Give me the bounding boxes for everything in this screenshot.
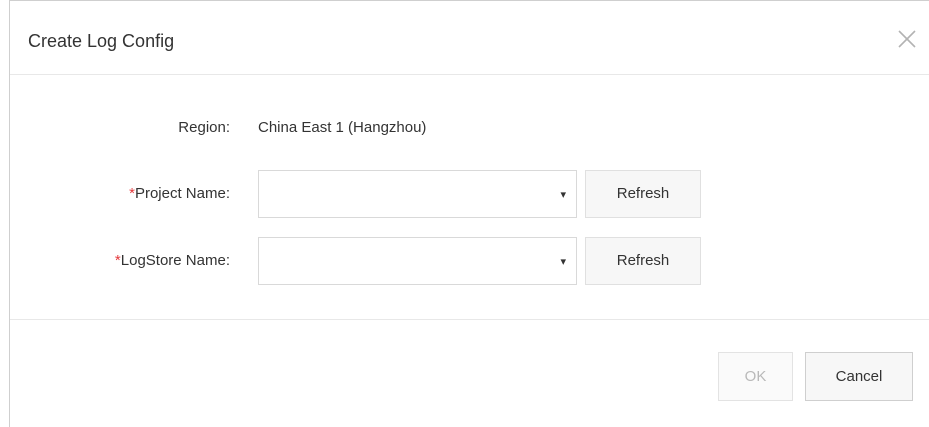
logstore-name-select[interactable]: ▾	[258, 237, 577, 285]
project-name-label-text: Project Name:	[134, 185, 230, 202]
project-name-label: *Project Name:	[129, 185, 230, 202]
ok-button[interactable]: OK	[718, 352, 793, 401]
project-name-row: *Project Name: ▾ Refresh	[10, 170, 929, 218]
project-name-select[interactable]: ▾	[258, 170, 577, 218]
dialog-header: Create Log Config	[10, 1, 929, 75]
dialog-title: Create Log Config	[28, 31, 175, 51]
chevron-down-icon: ▾	[560, 256, 566, 268]
create-log-config-dialog: Create Log Config Region: China East 1 (…	[9, 0, 929, 427]
logstore-name-label: *LogStore Name:	[115, 252, 230, 269]
cancel-button[interactable]: Cancel	[805, 352, 913, 401]
close-icon[interactable]	[895, 27, 919, 51]
logstore-refresh-button[interactable]: Refresh	[585, 237, 701, 285]
chevron-down-icon: ▾	[560, 189, 566, 201]
project-refresh-button[interactable]: Refresh	[585, 170, 701, 218]
region-row: Region: China East 1 (Hangzhou)	[10, 119, 929, 143]
logstore-name-label-text: LogStore Name:	[120, 252, 230, 269]
footer-divider	[10, 319, 929, 320]
region-label: Region:	[178, 119, 230, 136]
logstore-name-row: *LogStore Name: ▾ Refresh	[10, 237, 929, 285]
region-value: China East 1 (Hangzhou)	[258, 119, 427, 136]
